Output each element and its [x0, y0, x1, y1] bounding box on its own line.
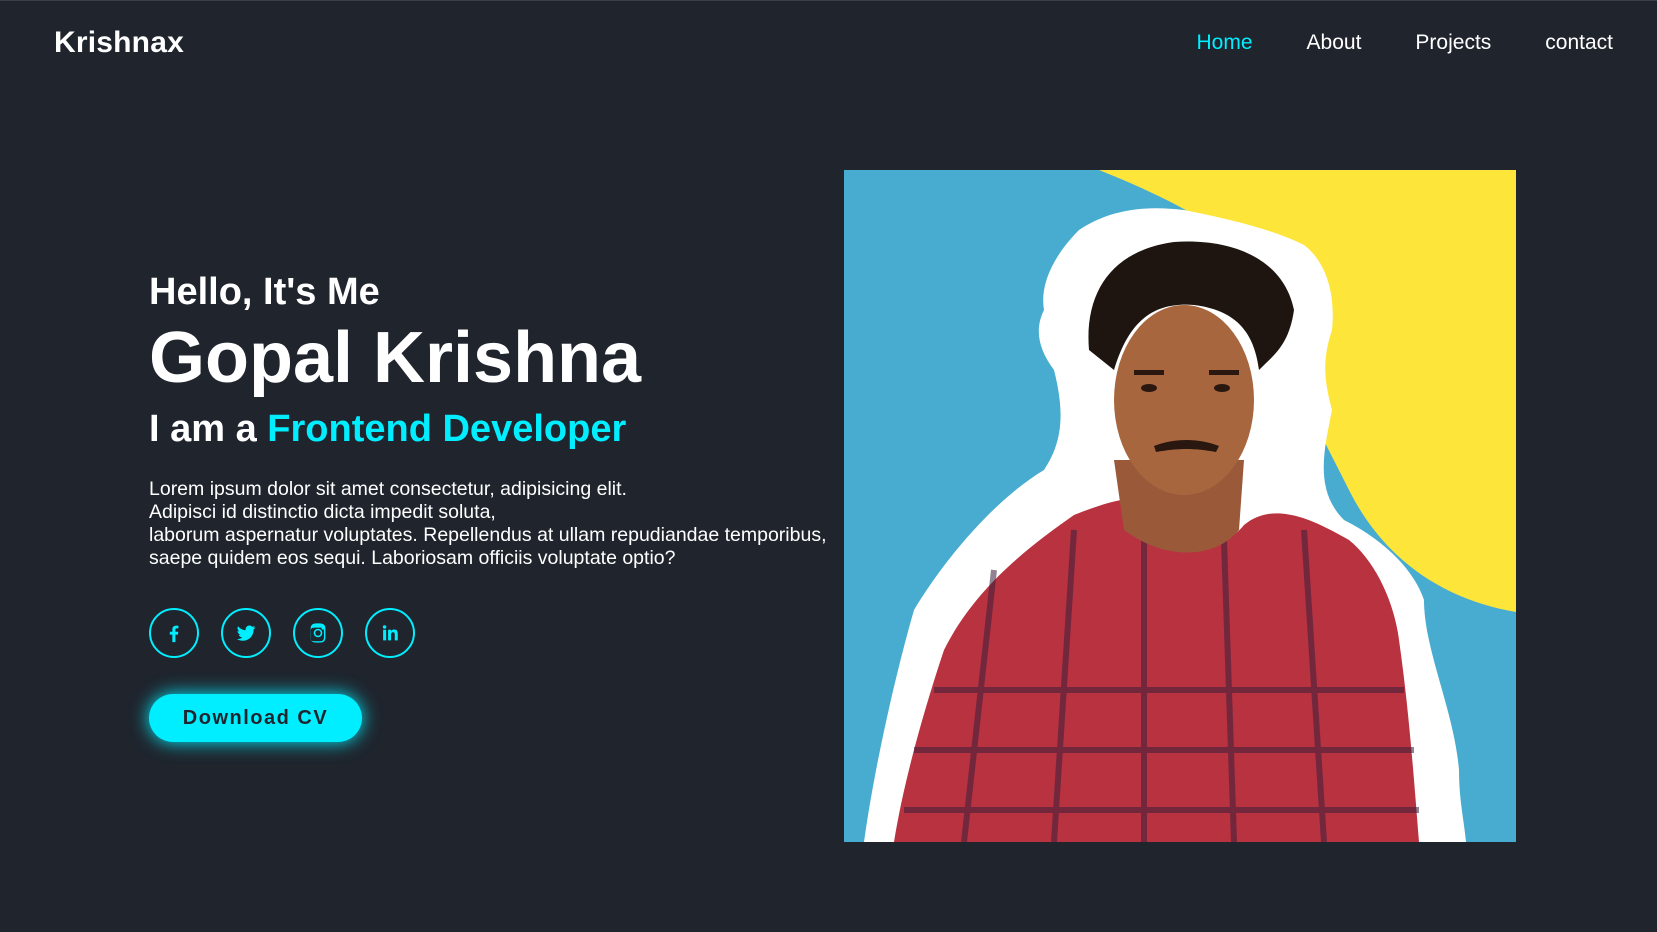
header: Krishnax Home About Projects contact [0, 0, 1657, 88]
download-cv-button[interactable]: Download CV [149, 694, 362, 742]
profile-illustration [844, 170, 1516, 842]
instagram-icon [310, 623, 326, 643]
social-links [149, 608, 849, 658]
nav-contact[interactable]: contact [1545, 31, 1613, 55]
linkedin-icon [382, 625, 398, 641]
nav-projects[interactable]: Projects [1415, 31, 1491, 55]
main-nav: Home About Projects contact [1197, 31, 1614, 55]
instagram-link[interactable] [293, 608, 343, 658]
facebook-icon [169, 625, 179, 643]
role-prefix: I am a [149, 408, 257, 450]
nav-home[interactable]: Home [1197, 31, 1253, 55]
greeting: Hello, It's Me [149, 271, 380, 313]
logo[interactable]: Krishnax [54, 26, 184, 60]
facebook-link[interactable] [149, 608, 199, 658]
twitter-link[interactable] [221, 608, 271, 658]
nav-about[interactable]: About [1307, 31, 1362, 55]
hero-name: Gopal Krishna [149, 318, 642, 398]
role-highlight: Frontend Developer [267, 408, 627, 450]
profile-photo [844, 170, 1516, 842]
hero-description: Lorem ipsum dolor sit amet consectetur, … [149, 478, 827, 569]
linkedin-link[interactable] [365, 608, 415, 658]
hero-role: I am a Frontend Developer [149, 404, 849, 454]
hero-section: Hello, It's Me Gopal Krishna I am a Fron… [149, 268, 849, 742]
twitter-icon [236, 625, 256, 641]
